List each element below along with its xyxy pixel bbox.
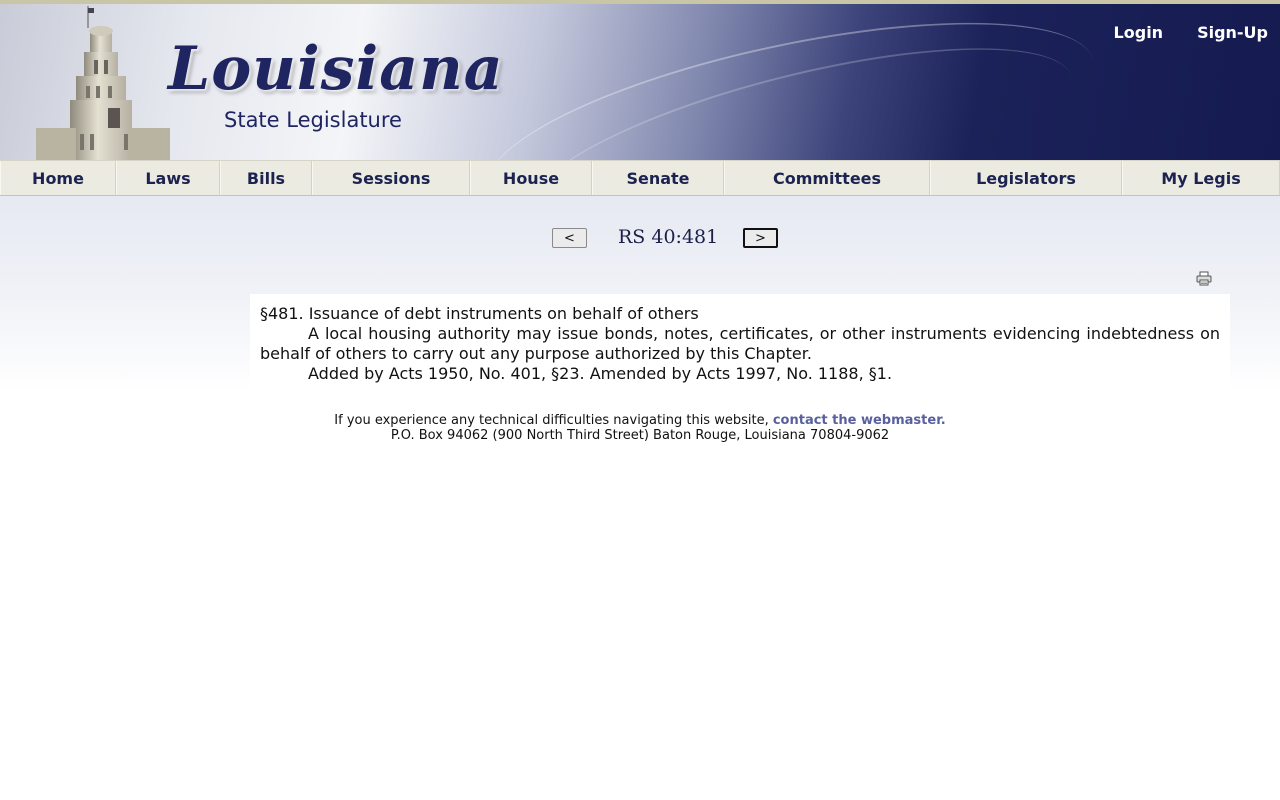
law-pager: < RS 40:481 > — [0, 226, 1280, 252]
nav-item-home[interactable]: Home — [0, 161, 116, 195]
law-citation-title: RS 40:481 — [618, 226, 719, 248]
nav-item-laws[interactable]: Laws — [116, 161, 220, 195]
nav-item-senate[interactable]: Senate — [592, 161, 724, 195]
law-text-panel: §481. Issuance of debt instruments on be… — [250, 294, 1230, 390]
law-section-history: Added by Acts 1950, No. 401, §23. Amende… — [308, 364, 893, 383]
site-logo-subtitle: State Legislature — [224, 108, 402, 132]
signup-link[interactable]: Sign-Up — [1197, 23, 1268, 42]
next-law-button[interactable]: > — [743, 228, 778, 248]
site-logo-title: Louisiana — [168, 34, 504, 104]
auth-links: Login Sign-Up — [1114, 23, 1268, 42]
nav-item-house[interactable]: House — [470, 161, 592, 195]
site-banner: Louisiana State Legislature Login Sign-U… — [0, 0, 1280, 160]
nav-item-my-legis[interactable]: My Legis — [1122, 161, 1280, 195]
nav-item-sessions[interactable]: Sessions — [312, 161, 470, 195]
previous-law-button[interactable]: < — [552, 228, 587, 248]
main-nav: Home Laws Bills Sessions House Senate Co… — [0, 160, 1280, 196]
capitol-building-image — [36, 6, 170, 160]
footer-help-line: If you experience any technical difficul… — [0, 413, 1280, 428]
law-section-body: A local housing authority may issue bond… — [260, 324, 1220, 363]
login-link[interactable]: Login — [1114, 23, 1164, 42]
nav-item-committees[interactable]: Committees — [724, 161, 930, 195]
printer-icon[interactable] — [1196, 271, 1212, 286]
footer-address: P.O. Box 94062 (900 North Third Street) … — [390, 428, 890, 443]
site-footer: If you experience any technical difficul… — [0, 413, 1280, 443]
law-section-heading: §481. Issuance of debt instruments on be… — [260, 304, 699, 323]
footer-help-text: If you experience any technical difficul… — [334, 413, 769, 428]
nav-item-legislators[interactable]: Legislators — [930, 161, 1122, 195]
contact-webmaster-link[interactable]: contact the webmaster. — [773, 413, 946, 428]
nav-item-bills[interactable]: Bills — [220, 161, 312, 195]
